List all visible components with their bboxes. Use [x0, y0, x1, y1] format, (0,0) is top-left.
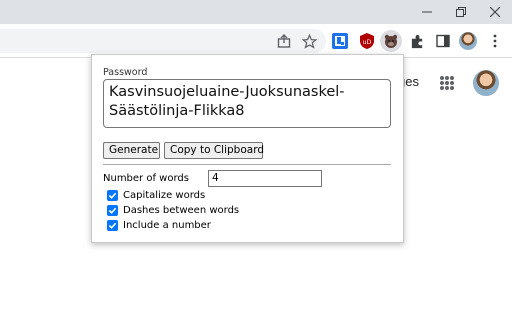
number-of-words-input[interactable]: 4 [208, 170, 322, 187]
sidebar-icon[interactable] [432, 30, 454, 52]
ublock-icon[interactable]: uD [356, 30, 378, 52]
copy-to-clipboard-button[interactable]: Copy to Clipboard [164, 142, 264, 159]
extension-blue-icon[interactable] [329, 30, 351, 52]
dashes-between-words-label: Dashes between words [123, 205, 240, 216]
checkmark-icon [108, 207, 117, 214]
kebab-menu-icon[interactable] [484, 30, 506, 52]
dashes-between-words-option[interactable]: Dashes between words [107, 204, 239, 217]
include-a-number-checkbox[interactable] [107, 220, 118, 231]
share-icon[interactable] [273, 30, 295, 52]
capitalize-words-checkbox[interactable] [107, 190, 118, 201]
include-a-number-label: Include a number [123, 220, 211, 231]
password-generator-icon[interactable] [380, 30, 402, 52]
star-icon[interactable] [298, 30, 320, 52]
restore-icon[interactable] [444, 0, 478, 24]
browser-toolbar: uD [0, 24, 512, 58]
apps-grid-icon[interactable] [440, 76, 454, 90]
account-avatar[interactable] [472, 69, 500, 97]
capitalize-words-option[interactable]: Capitalize words [107, 189, 205, 202]
close-icon[interactable] [478, 0, 512, 24]
dashes-between-words-checkbox[interactable] [107, 205, 118, 216]
password-generator-popup: Password Kasvinsuojeluaine-Juoksunaskel-… [91, 54, 404, 243]
title-bar [0, 0, 512, 24]
number-of-words-label: Number of words [103, 173, 189, 184]
checkmark-icon [108, 192, 117, 199]
puzzle-icon[interactable] [406, 30, 428, 52]
divider [103, 164, 391, 165]
capitalize-words-label: Capitalize words [123, 190, 206, 201]
minimize-icon[interactable] [410, 0, 444, 24]
password-output[interactable]: Kasvinsuojeluaine-Juoksunaskel-Säästölin… [103, 79, 391, 128]
checkmark-icon [108, 222, 117, 229]
password-label: Password [103, 67, 148, 78]
generate-button[interactable]: Generate [103, 142, 160, 159]
profile-avatar[interactable] [458, 31, 478, 51]
svg-text:uD: uD [363, 39, 372, 46]
include-a-number-option[interactable]: Include a number [107, 219, 211, 232]
